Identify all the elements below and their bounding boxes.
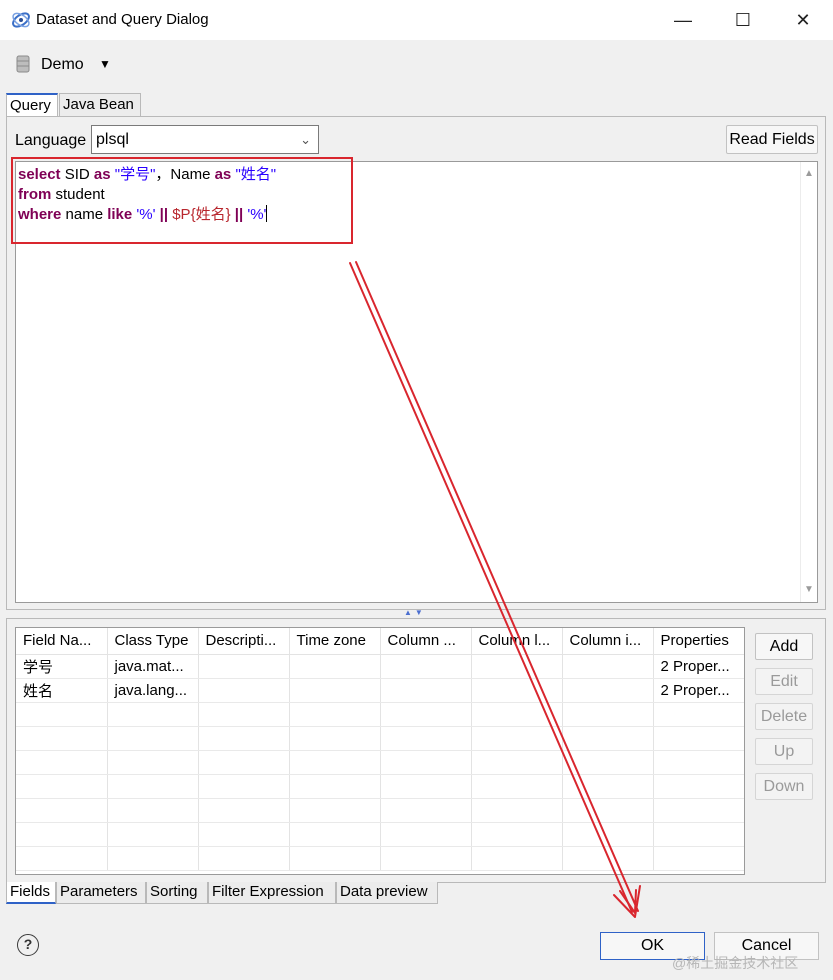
table-cell[interactable]: java.lang... [107, 678, 199, 703]
column-header[interactable]: Column l... [471, 628, 563, 655]
table-row-empty [16, 798, 744, 823]
table-cell[interactable]: 2 Proper... [653, 678, 744, 703]
fields-table: Field Na... Class Type Descripti... Time… [15, 627, 745, 875]
table-cell[interactable] [289, 654, 381, 679]
table-cell[interactable] [471, 654, 563, 679]
table-header-row: Field Na... Class Type Descripti... Time… [16, 628, 744, 655]
table-cell[interactable]: 学号 [16, 654, 108, 679]
tab-fields[interactable]: Fields [6, 882, 56, 904]
minimize-button[interactable]: — [660, 4, 706, 36]
delete-button[interactable]: Delete [755, 703, 813, 730]
column-header[interactable]: Column ... [380, 628, 472, 655]
datasource-name[interactable]: Demo [41, 56, 84, 74]
edit-button[interactable]: Edit [755, 668, 813, 695]
splitter-handle[interactable]: ▲▼ [404, 608, 426, 617]
column-header[interactable]: Properties [653, 628, 744, 655]
tab-query[interactable]: Query [6, 93, 58, 118]
column-header[interactable]: Field Na... [16, 628, 108, 655]
table-cell[interactable]: 2 Proper... [653, 654, 744, 679]
title-bar: Dataset and Query Dialog — ☐ ✕ [0, 0, 833, 40]
table-row-empty [16, 774, 744, 799]
fields-panel: Field Na... Class Type Descripti... Time… [6, 618, 826, 883]
language-label: Language [15, 132, 87, 149]
table-cell[interactable] [562, 654, 654, 679]
datasource-bar: Demo ▼ [0, 40, 833, 90]
table-cell[interactable] [380, 678, 472, 703]
table-cell[interactable]: java.mat... [107, 654, 199, 679]
watermark-text: @稀土掘金技术社区 [672, 955, 799, 971]
table-row-empty [16, 822, 744, 847]
close-button[interactable]: ✕ [780, 4, 826, 36]
tab-parameters[interactable]: Parameters [56, 882, 146, 904]
column-header[interactable]: Time zone [289, 628, 381, 655]
maximize-button[interactable]: ☐ [720, 4, 766, 36]
read-fields-button[interactable]: Read Fields [726, 125, 818, 154]
help-icon[interactable]: ? [17, 934, 39, 956]
table-row[interactable]: 姓名 java.lang... 2 Proper... [16, 678, 744, 703]
table-cell[interactable] [198, 678, 290, 703]
table-row-empty [16, 750, 744, 775]
column-header[interactable]: Class Type [107, 628, 199, 655]
fields-grid: Field Na... Class Type Descripti... Time… [16, 628, 744, 871]
table-row[interactable]: 学号 java.mat... 2 Proper... [16, 654, 744, 679]
database-icon [16, 55, 30, 73]
table-row-empty [16, 726, 744, 751]
table-row-empty [16, 846, 744, 871]
tab-data-preview[interactable]: Data preview [336, 882, 438, 904]
table-cell[interactable] [471, 678, 563, 703]
chevron-down-icon[interactable]: ▼ [99, 57, 111, 71]
window-title: Dataset and Query Dialog [36, 11, 209, 28]
editor-scrollbar[interactable]: ▲ ▼ [800, 162, 817, 602]
table-cell[interactable] [198, 654, 290, 679]
table-row-empty [16, 702, 744, 727]
annotation-box [11, 157, 353, 244]
down-button[interactable]: Down [755, 773, 813, 800]
chevron-down-icon: ⌄ [300, 132, 311, 147]
language-select[interactable]: plsql ⌄ [91, 125, 319, 154]
up-button[interactable]: Up [755, 738, 813, 765]
language-value: plsql [96, 131, 129, 148]
tab-sorting[interactable]: Sorting [146, 882, 208, 904]
column-header[interactable]: Descripti... [198, 628, 290, 655]
tab-java-bean[interactable]: Java Bean [59, 93, 141, 117]
table-cell[interactable] [289, 678, 381, 703]
scroll-down-icon[interactable]: ▼ [804, 584, 814, 595]
column-header[interactable]: Column i... [562, 628, 654, 655]
add-button[interactable]: Add [755, 633, 813, 660]
table-cell[interactable] [562, 678, 654, 703]
scroll-up-icon[interactable]: ▲ [804, 168, 814, 179]
table-cell[interactable]: 姓名 [16, 678, 108, 703]
tab-filter-expression[interactable]: Filter Expression [208, 882, 336, 904]
app-logo-icon [12, 12, 30, 28]
table-cell[interactable] [380, 654, 472, 679]
